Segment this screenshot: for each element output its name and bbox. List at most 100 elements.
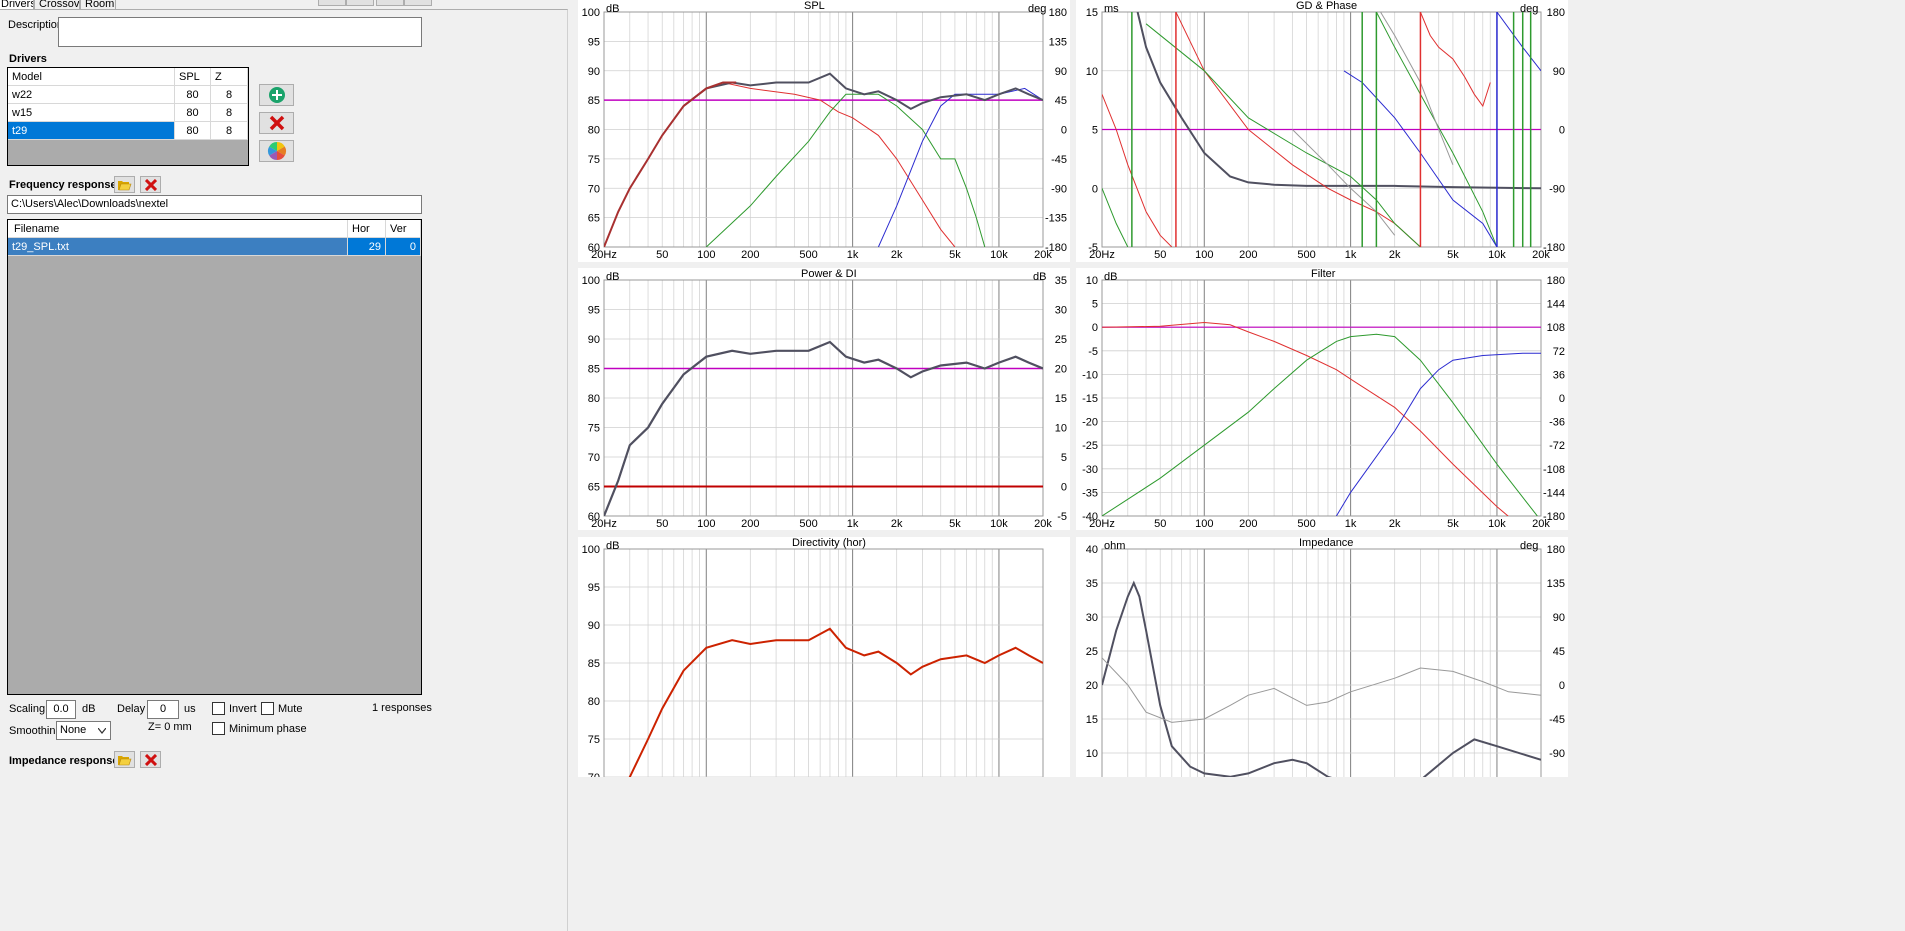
toolbar-button-3[interactable] — [376, 0, 404, 6]
gd-phase-graph[interactable]: 15 10 5 0 -5 180 90 0 -90 -180 20Hz 50 100 200 500 1k 2k… — [1076, 0, 1568, 262]
add-driver-button[interactable] — [259, 84, 294, 106]
response-filename-cell[interactable]: t29_SPL.txt — [8, 238, 348, 256]
x-tick-label: 50 — [656, 249, 668, 261]
driver-spl-cell[interactable]: 80 — [175, 122, 211, 140]
y-tick-label: 100 — [582, 7, 600, 19]
y2-tick-label: 30 — [1055, 305, 1067, 317]
scaling-input[interactable]: 0.0 — [46, 700, 76, 719]
y-tick-label: 65 — [588, 213, 600, 225]
y2-tick-label: 135 — [1547, 578, 1565, 590]
description-field[interactable] — [58, 17, 422, 47]
invert-checkbox[interactable] — [212, 702, 225, 715]
remove-response-button[interactable] — [140, 176, 161, 193]
column-header-filename[interactable]: Filename — [8, 220, 348, 238]
smoothing-value: None — [60, 724, 87, 736]
responses-table: Filename Hor Ver t29_SPL.txt 29 0 — [7, 219, 422, 695]
gd-series-gray — [1136, 12, 1541, 190]
x-tick-label: 200 — [1239, 249, 1257, 261]
x-tick-label: 20k — [1034, 518, 1052, 530]
x-tick-label: 200 — [741, 249, 759, 261]
y-tick-label: 90 — [588, 620, 600, 632]
driver-model-cell[interactable]: w15 — [8, 104, 175, 122]
power-di-graph[interactable]: 100 95 90 85 80 75 70 65 60 35 30 25 20 15 10 5 0 -5 20Hz 5… — [578, 268, 1070, 530]
x-tick-label: 5k — [1447, 518, 1459, 530]
spl-series-gray — [682, 72, 1043, 111]
x-tick-label: 50 — [1154, 518, 1166, 530]
column-header-z[interactable]: Z — [211, 68, 248, 86]
y-tick-label: 75 — [588, 154, 600, 166]
x-tick-label: 10k — [990, 518, 1008, 530]
driver-z-cell[interactable]: 8 — [211, 122, 248, 140]
y2-tick-label: 25 — [1055, 334, 1067, 346]
response-ver-cell[interactable]: 0 — [386, 238, 421, 256]
driver-spl-cell[interactable]: 80 — [175, 86, 211, 104]
x-tick-label: 2k — [891, 249, 903, 261]
open-folder-button[interactable] — [114, 176, 135, 193]
y2-tick-label: 90 — [1055, 66, 1067, 78]
column-header-ver[interactable]: Ver — [386, 220, 421, 238]
x-tick-label: 10k — [1488, 249, 1506, 261]
directivity-series — [612, 627, 1043, 815]
y2-tick-label: -135 — [1045, 213, 1067, 225]
spl-y-unit: dB — [606, 3, 620, 15]
gd-graph-title: GD & Phase — [1296, 0, 1358, 12]
x-tick-label: 1k — [847, 518, 859, 530]
y2-tick-label: -72 — [1549, 440, 1565, 452]
driver-color-button[interactable] — [259, 140, 294, 162]
column-header-spl[interactable]: SPL — [175, 68, 211, 86]
remove-impedance-button[interactable] — [140, 751, 161, 768]
response-hor-cell[interactable]: 29 — [348, 238, 386, 256]
smoothing-select[interactable]: None — [56, 721, 111, 740]
toolbar-button-2[interactable] — [346, 0, 374, 6]
driver-model-cell[interactable]: w22 — [8, 86, 175, 104]
y-tick-label: 85 — [588, 364, 600, 376]
y2-tick-label: 0 — [1061, 482, 1067, 494]
x-tick-label: 500 — [1297, 249, 1315, 261]
delay-input[interactable]: 0 — [147, 700, 179, 719]
red-x-icon — [269, 115, 284, 131]
mute-checkbox[interactable] — [261, 702, 274, 715]
y2-tick-label: -36 — [1549, 417, 1565, 429]
y-tick-label: 70 — [588, 183, 600, 195]
y2-tick-label: 180 — [1049, 7, 1067, 19]
column-header-model[interactable]: Model — [8, 68, 175, 86]
y2-tick-label: -90 — [1549, 183, 1565, 195]
y-tick-label: 85 — [588, 658, 600, 670]
open-impedance-button[interactable] — [114, 751, 135, 768]
impedance-y-unit: ohm — [1104, 540, 1126, 552]
y-tick-label: 35 — [1086, 578, 1098, 590]
directivity-graph[interactable]: 10095908580757065 — [578, 537, 1070, 822]
gd-series-red3 — [1419, 12, 1491, 108]
impedance-series — [1102, 580, 1541, 787]
x-tick-label: 1k — [1345, 518, 1357, 530]
toolbar-button-1[interactable] — [318, 0, 346, 6]
column-header-hor[interactable]: Hor — [348, 220, 386, 238]
y-tick-label: -30 — [1082, 464, 1098, 476]
power-y-unit: dB — [606, 271, 620, 283]
y2-tick-label: -108 — [1543, 464, 1565, 476]
y-tick-label: 25 — [1086, 646, 1098, 658]
driver-z-cell[interactable]: 8 — [211, 104, 248, 122]
response-path-field[interactable]: C:\Users\Alec\Downloads\nextel — [7, 195, 422, 214]
y-tick-label: 80 — [588, 125, 600, 137]
driver-spl-cell[interactable]: 80 — [175, 104, 211, 122]
driver-z-cell[interactable]: 8 — [211, 86, 248, 104]
filter-graph[interactable]: 10 5 0 -5 -10 -15 -20 -25 -30 -35 -40 180 144 108 72 36… — [1076, 268, 1568, 530]
minimum-phase-checkbox[interactable] — [212, 722, 225, 735]
x-tick-label: 100 — [697, 518, 715, 530]
toolbar-button-4[interactable] — [404, 0, 432, 6]
spl-graph[interactable]: 100 95 90 85 80 75 70 65 60 180 135 90 45 0 -45 -90 -135… — [578, 0, 1070, 262]
scaling-unit: dB — [82, 703, 96, 715]
driver-model-cell-selected[interactable]: t29 — [8, 122, 175, 140]
y2-tick-label: -45 — [1549, 714, 1565, 726]
impedance-graph[interactable]: 40353025201510518013590450-45-90-135 — [1076, 537, 1568, 794]
y-tick-label: 100 — [582, 544, 600, 556]
y-tick-label: 80 — [588, 696, 600, 708]
g-filter-svg: 1050-5-10-15-20-25-30-35-401801441087236… — [1082, 275, 1565, 530]
x-tick-label: 100 — [1195, 249, 1213, 261]
x-tick-label: 100 — [697, 249, 715, 261]
x-tick-label: 20k — [1034, 249, 1052, 261]
remove-driver-button[interactable] — [259, 112, 294, 134]
y2-tick-label: 144 — [1547, 299, 1565, 311]
y-tick-label: 95 — [588, 305, 600, 317]
